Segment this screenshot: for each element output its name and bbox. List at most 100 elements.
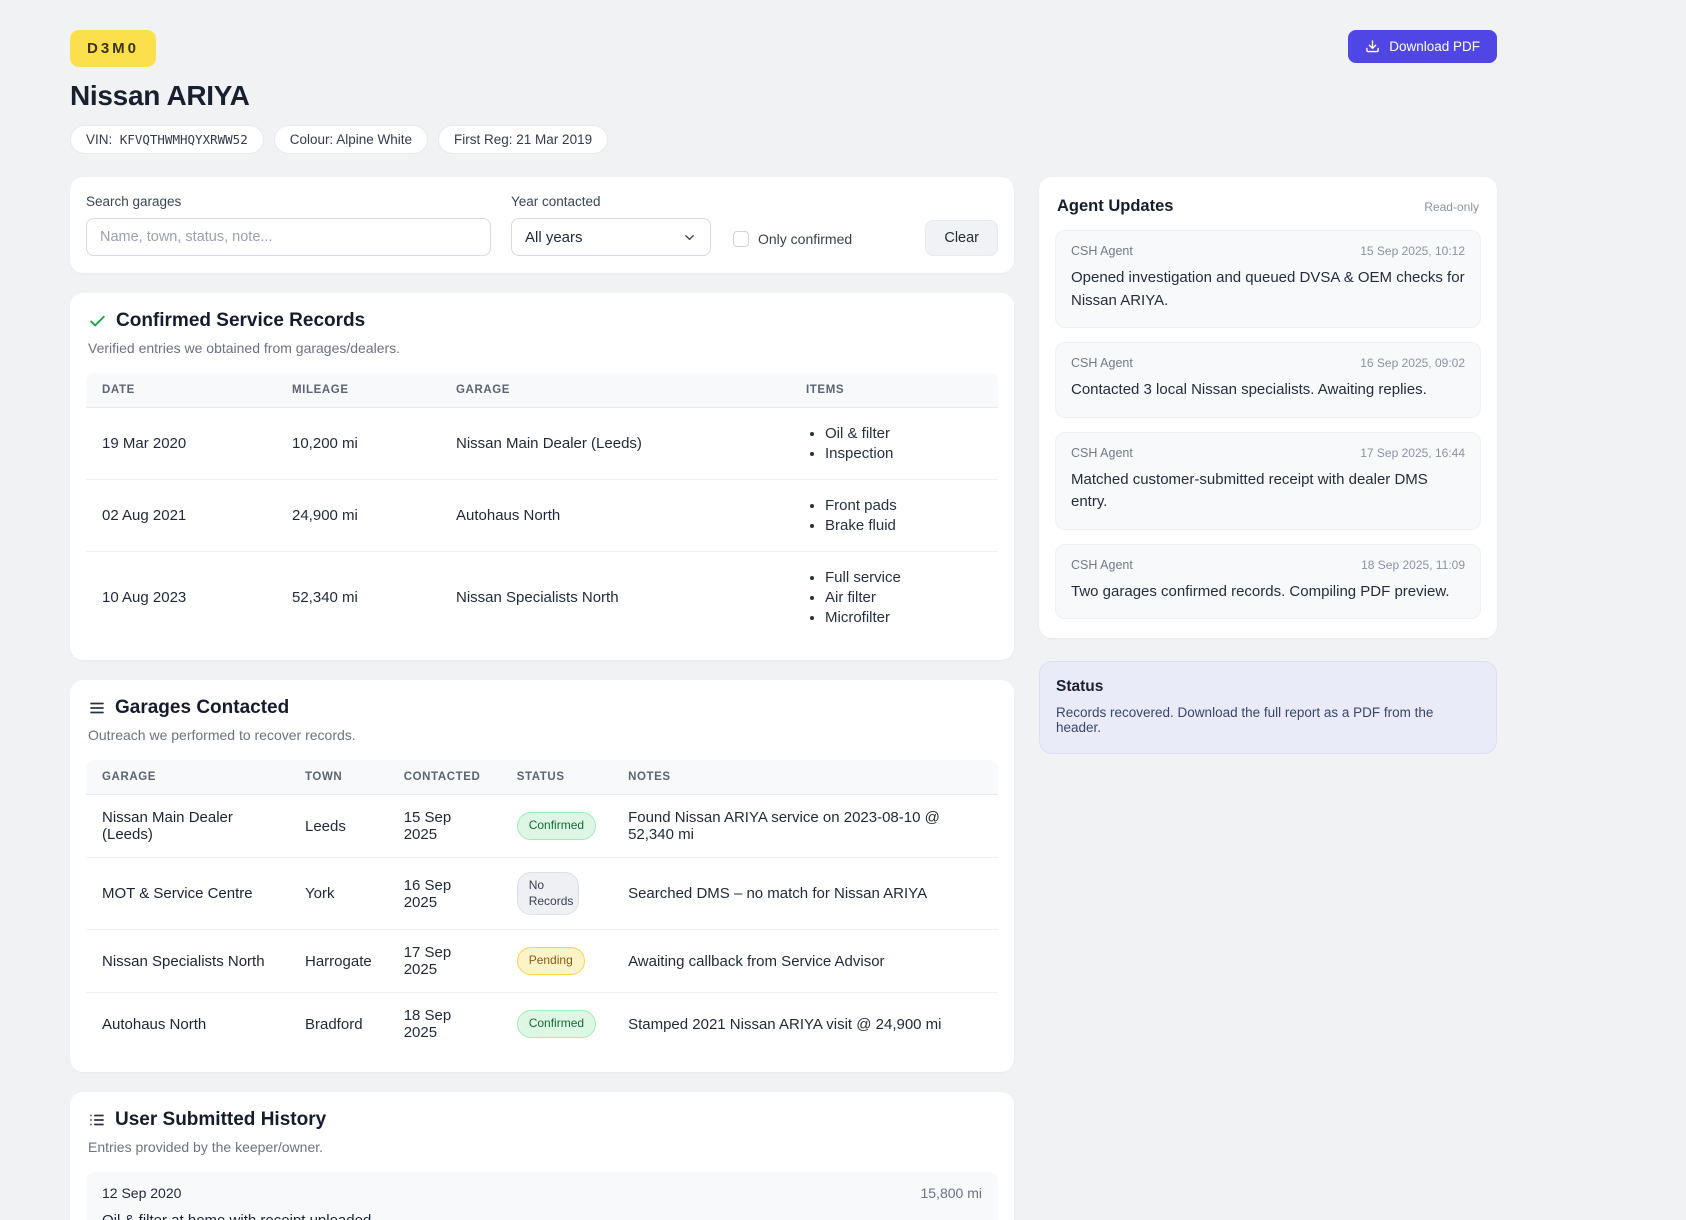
header-left: D3M0 Nissan ARIYA VIN: KFVQTHWMHQYXRWW52… xyxy=(70,30,608,154)
status-badge: Pending xyxy=(517,947,585,975)
column-header-items: Items xyxy=(790,373,998,408)
record-item: Brake fluid xyxy=(825,517,982,534)
download-pdf-label: Download PDF xyxy=(1389,39,1480,54)
update-timestamp: 18 Sep 2025, 11:09 xyxy=(1361,558,1465,572)
table-row: MOT & Service Centre York 16 Sep 2025 No… xyxy=(86,858,998,930)
garage-contacted-date: 17 Sep 2025 xyxy=(388,930,501,993)
column-header-contacted: Contacted xyxy=(388,760,501,795)
demo-badge: D3M0 xyxy=(70,30,156,67)
garage-town: Harrogate xyxy=(289,930,388,993)
garage-town: Bradford xyxy=(289,993,388,1056)
garage-status-cell: Confirmed xyxy=(501,993,612,1056)
garage-status-cell: Confirmed xyxy=(501,795,612,858)
menu-icon xyxy=(88,699,106,717)
agent-updates-card: Agent Updates Read-only CSH Agent 15 Sep… xyxy=(1039,177,1497,638)
only-confirmed-checkbox[interactable] xyxy=(733,231,749,247)
update-timestamp: 15 Sep 2025, 10:12 xyxy=(1360,244,1465,258)
year-field-group: Year contacted All years xyxy=(511,194,711,256)
column-header-garage: Garage xyxy=(440,373,790,408)
garages-contacted-subtitle: Outreach we performed to recover records… xyxy=(88,727,998,743)
user-history-title: User Submitted History xyxy=(115,1109,326,1131)
agent-update-item: CSH Agent 18 Sep 2025, 11:09 Two garages… xyxy=(1055,544,1481,620)
agent-updates-title: Agent Updates xyxy=(1057,197,1173,216)
agent-name: CSH Agent xyxy=(1071,356,1133,370)
record-item: Air filter xyxy=(825,589,982,606)
update-message: Opened investigation and queued DVSA & O… xyxy=(1071,267,1465,312)
record-item: Inspection xyxy=(825,445,982,462)
confirmed-records-table: Date Mileage Garage Items 19 Mar 2020 10… xyxy=(86,373,998,643)
update-timestamp: 16 Sep 2025, 09:02 xyxy=(1360,356,1465,370)
agent-name: CSH Agent xyxy=(1071,558,1133,572)
history-entry-mileage: 15,800 mi xyxy=(921,1185,982,1201)
record-date: 19 Mar 2020 xyxy=(86,408,276,480)
status-message: Records recovered. Download the full rep… xyxy=(1056,705,1480,735)
history-entry: 12 Sep 2020 15,800 mi Oil & filter at ho… xyxy=(86,1172,998,1220)
list-icon xyxy=(88,1111,106,1129)
check-icon xyxy=(88,312,107,331)
page-title: Nissan ARIYA xyxy=(70,80,608,112)
filter-card: Search garages Year contacted All years xyxy=(70,177,1014,273)
vin-value: KFVQTHWMHQYXRWW52 xyxy=(120,132,248,147)
update-message: Matched customer-submitted receipt with … xyxy=(1071,469,1465,514)
update-timestamp: 17 Sep 2025, 16:44 xyxy=(1360,446,1465,460)
record-mileage: 52,340 mi xyxy=(276,552,440,644)
agent-update-item: CSH Agent 17 Sep 2025, 16:44 Matched cus… xyxy=(1055,432,1481,530)
table-row: 10 Aug 2023 52,340 mi Nissan Specialists… xyxy=(86,552,998,644)
year-select-value: All years xyxy=(525,229,583,246)
year-label: Year contacted xyxy=(511,194,711,209)
record-garage: Autohaus North xyxy=(440,480,790,552)
header: D3M0 Nissan ARIYA VIN: KFVQTHWMHQYXRWW52… xyxy=(70,30,1497,154)
update-message: Contacted 3 local Nissan specialists. Aw… xyxy=(1071,379,1465,402)
garage-town: Leeds xyxy=(289,795,388,858)
record-date: 02 Aug 2021 xyxy=(86,480,276,552)
search-input[interactable] xyxy=(86,218,491,256)
main-column: Search garages Year contacted All years xyxy=(70,177,1014,1220)
garage-notes: Found Nissan ARIYA service on 2023-08-10… xyxy=(612,795,998,858)
first-reg-chip: First Reg: 21 Mar 2019 xyxy=(438,125,608,154)
status-title: Status xyxy=(1056,678,1480,696)
table-row: 02 Aug 2021 24,900 mi Autohaus North Fro… xyxy=(86,480,998,552)
search-label: Search garages xyxy=(86,194,491,209)
clear-button[interactable]: Clear xyxy=(925,220,998,256)
only-confirmed-label: Only confirmed xyxy=(758,231,852,247)
record-item: Microfilter xyxy=(825,609,982,626)
table-header-row: Date Mileage Garage Items xyxy=(86,373,998,408)
vin-chip: VIN: KFVQTHWMHQYXRWW52 xyxy=(70,125,264,154)
year-select[interactable]: All years xyxy=(511,218,711,256)
download-icon xyxy=(1365,39,1380,54)
vehicle-chips: VIN: KFVQTHWMHQYXRWW52 Colour: Alpine Wh… xyxy=(70,125,608,154)
agent-update-item: CSH Agent 15 Sep 2025, 10:12 Opened inve… xyxy=(1055,230,1481,328)
column-header-notes: Notes xyxy=(612,760,998,795)
garage-town: York xyxy=(289,858,388,930)
agent-update-item: CSH Agent 16 Sep 2025, 09:02 Contacted 3… xyxy=(1055,342,1481,418)
garage-name: MOT & Service Centre xyxy=(86,858,289,930)
readonly-label: Read-only xyxy=(1424,200,1479,214)
table-header-row: Garage Town Contacted Status Notes xyxy=(86,760,998,795)
garage-name: Autohaus North xyxy=(86,993,289,1056)
garage-status-cell: No Records xyxy=(501,858,612,930)
agent-name: CSH Agent xyxy=(1071,244,1133,258)
agent-name: CSH Agent xyxy=(1071,446,1133,460)
user-history-card: User Submitted History Entries provided … xyxy=(70,1092,1014,1220)
garages-contacted-title: Garages Contacted xyxy=(115,697,289,719)
column-header-date: Date xyxy=(86,373,276,408)
garage-contacted-date: 16 Sep 2025 xyxy=(388,858,501,930)
confirmed-records-subtitle: Verified entries we obtained from garage… xyxy=(88,340,998,356)
table-row: Nissan Main Dealer (Leeds) Leeds 15 Sep … xyxy=(86,795,998,858)
record-items: Full service Air filter Microfilter xyxy=(790,552,998,644)
column-header-garage: Garage xyxy=(86,760,289,795)
column-header-status: Status xyxy=(501,760,612,795)
record-garage: Nissan Specialists North xyxy=(440,552,790,644)
colour-chip: Colour: Alpine White xyxy=(274,125,428,154)
vin-label: VIN: xyxy=(86,132,112,147)
page: D3M0 Nissan ARIYA VIN: KFVQTHWMHQYXRWW52… xyxy=(70,0,1497,1220)
record-item: Front pads xyxy=(825,497,982,514)
garages-contacted-table: Garage Town Contacted Status Notes Nissa… xyxy=(86,760,998,1055)
table-row: Nissan Specialists North Harrogate 17 Se… xyxy=(86,930,998,993)
record-items: Front pads Brake fluid xyxy=(790,480,998,552)
garage-contacted-date: 15 Sep 2025 xyxy=(388,795,501,858)
garage-name: Nissan Main Dealer (Leeds) xyxy=(86,795,289,858)
history-entry-date: 12 Sep 2020 xyxy=(102,1185,181,1201)
download-pdf-button[interactable]: Download PDF xyxy=(1348,30,1497,63)
record-garage: Nissan Main Dealer (Leeds) xyxy=(440,408,790,480)
